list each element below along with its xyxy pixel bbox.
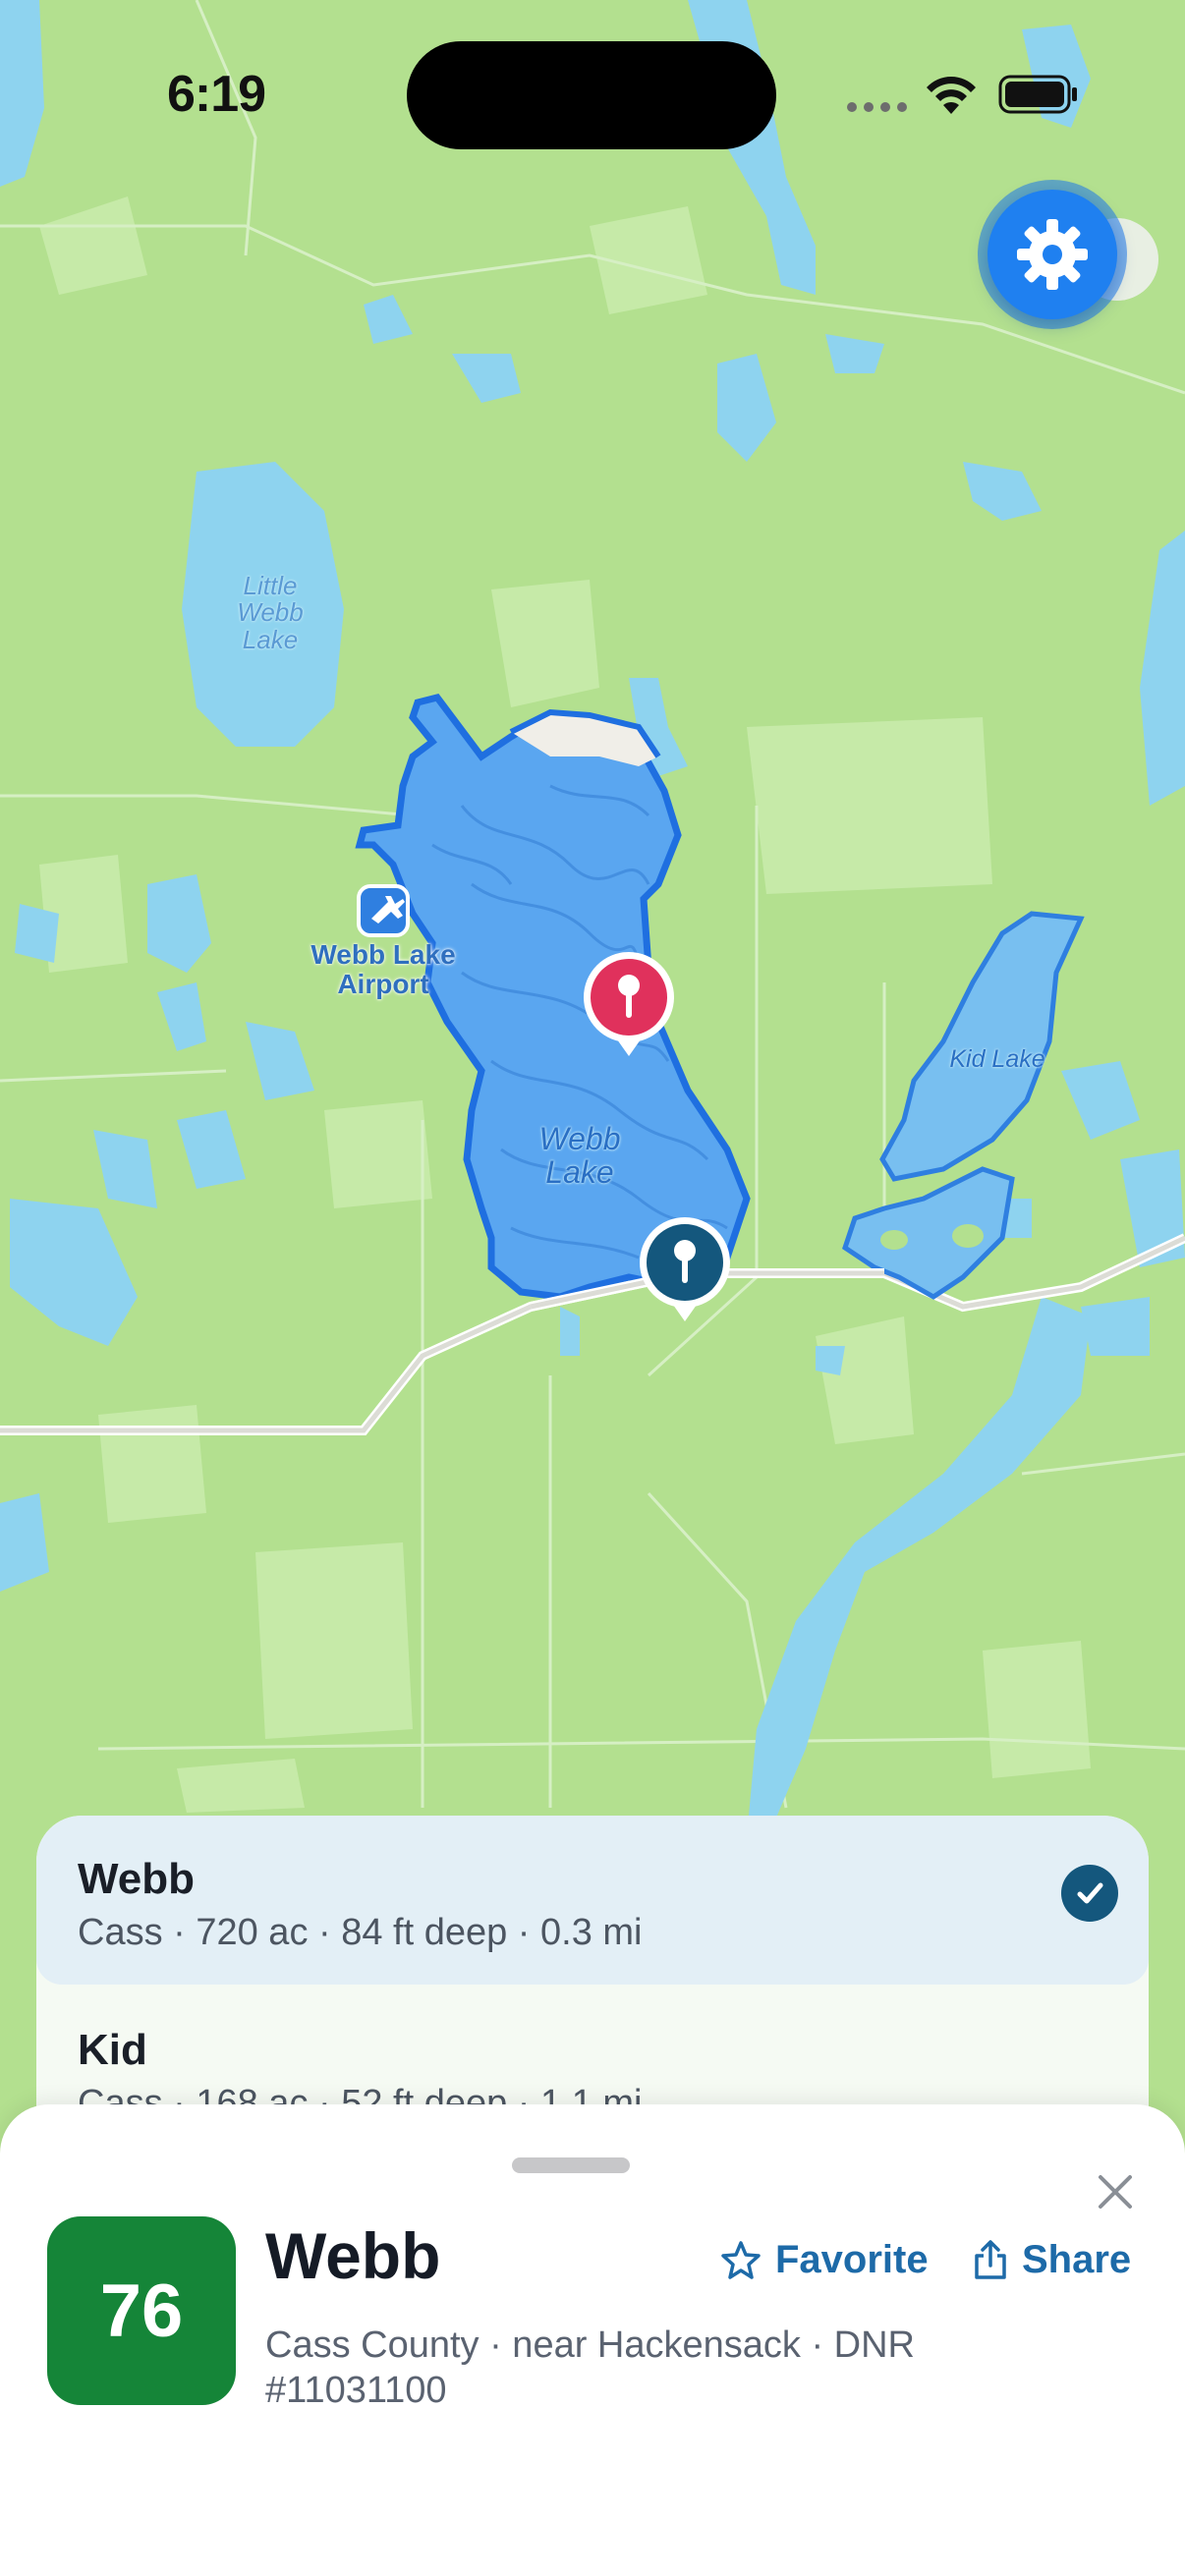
checkmark-icon	[1061, 1865, 1118, 1922]
battery-icon	[998, 75, 1077, 114]
favorite-label: Favorite	[775, 2237, 929, 2281]
lake-subtitle: Cass County · near Hackensack · DNR #110…	[265, 2324, 915, 2412]
gear-icon	[1017, 219, 1088, 290]
star-icon	[721, 2241, 761, 2279]
little-webb-lake-label: Little Webb Lake	[237, 571, 304, 654]
dynamic-island	[407, 41, 776, 149]
list-item-details: Cass · 720 ac · 84 ft deep · 0.3 mi	[78, 1912, 643, 1953]
share-icon	[975, 2240, 1006, 2279]
lake-finder-screen: Little Webb Lake Webb Lake Airport Webb …	[0, 0, 1185, 2576]
lake-detail-sheet[interactable]: 76 Webb Favorite Share Cass County · nea…	[0, 2104, 1185, 2576]
status-time: 6:19	[167, 66, 266, 123]
list-item-name: Kid	[78, 2026, 147, 2074]
list-item-name: Webb	[78, 1855, 195, 1903]
webb-lake-label: Webb Lake	[538, 1121, 621, 1190]
share-label: Share	[1022, 2237, 1132, 2281]
close-icon[interactable]	[1091, 2167, 1140, 2216]
wifi-icon	[927, 77, 976, 114]
airplane-icon[interactable]	[357, 884, 410, 937]
kid-lake-label: Kid Lake	[949, 1045, 1045, 1073]
favorite-button[interactable]: Favorite	[720, 2230, 929, 2289]
cellular-signal-icon	[847, 102, 908, 114]
airport-label[interactable]: Webb Lake Airport	[295, 939, 472, 999]
settings-button[interactable]	[988, 190, 1117, 319]
share-button[interactable]: Share	[973, 2230, 1131, 2289]
list-item-webb[interactable]: Webb Cass · 720 ac · 84 ft deep · 0.3 mi	[36, 1816, 1149, 1985]
lake-title: Webb	[265, 2219, 441, 2292]
lake-score-badge: 76	[47, 2216, 236, 2405]
sheet-grabber[interactable]	[512, 2157, 630, 2173]
